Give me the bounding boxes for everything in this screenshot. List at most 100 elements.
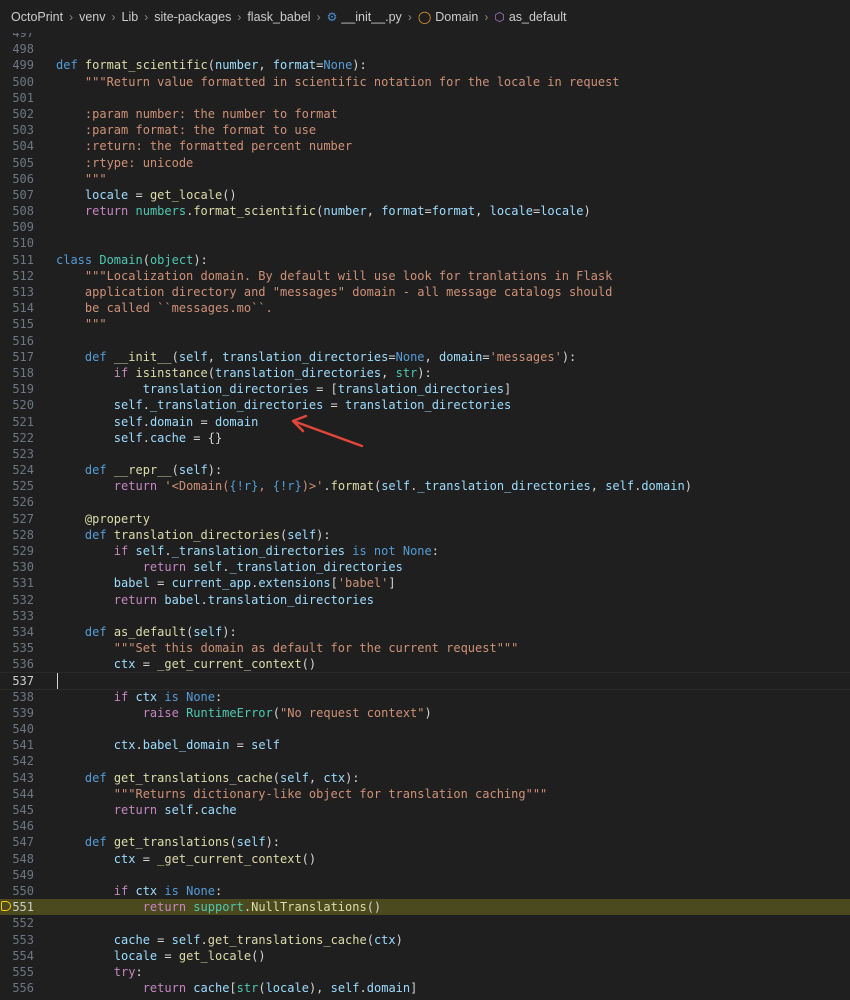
breadcrumb-item[interactable]: Lib: [122, 10, 139, 24]
line-number: 503: [12, 123, 34, 138]
code-editor[interactable]: 497 498 499 def format_scientific(number, f…: [0, 25, 850, 1000]
line-number: 534: [12, 624, 34, 639]
code-text: def translation_directories(self):: [84, 527, 331, 542]
code-line[interactable]: 542: [0, 753, 850, 769]
code-line[interactable]: 539 raise RuntimeError("No request conte…: [0, 705, 850, 721]
line-number: 519: [12, 382, 34, 397]
code-line[interactable]: 556 return cache[str(locale), self.domai…: [0, 980, 850, 996]
code-line[interactable]: 515 """: [0, 316, 850, 332]
code-text: try:: [113, 964, 143, 979]
code-line[interactable]: 505 :rtype: unicode: [0, 155, 850, 171]
code-line[interactable]: 514 be called ``messages.mo``.: [0, 300, 850, 316]
code-text: def __init__(self, translation_directori…: [84, 349, 577, 364]
code-line[interactable]: 507 locale = get_locale(): [0, 187, 850, 203]
code-line[interactable]: 537: [0, 671, 850, 690]
code-text: if isinstance(translation_directories, s…: [113, 365, 432, 380]
code-line[interactable]: 519 translation_directories = [translati…: [0, 381, 850, 397]
code-line[interactable]: 504 :return: the formatted percent numbe…: [0, 138, 850, 154]
line-number: 524: [12, 463, 34, 478]
line-number: 505: [12, 155, 34, 170]
code-line[interactable]: 500 """Return value formatted in scienti…: [0, 74, 850, 90]
code-line[interactable]: 552: [0, 915, 850, 931]
code-line[interactable]: 511 class Domain(object):: [0, 252, 850, 268]
code-line[interactable]: 518 if isinstance(translation_directorie…: [0, 365, 850, 381]
code-line[interactable]: 520 self._translation_directories = tran…: [0, 397, 850, 413]
code-line[interactable]: 544 """Returns dictionary-like object fo…: [0, 786, 850, 802]
code-line[interactable]: 540: [0, 721, 850, 737]
code-line[interactable]: 501: [0, 90, 850, 106]
code-line[interactable]: 555 try:: [0, 964, 850, 980]
code-line[interactable]: 536 ctx = _get_current_context(): [0, 656, 850, 672]
code-line[interactable]: 529 if self._translation_directories is …: [0, 543, 850, 559]
code-line[interactable]: 509: [0, 219, 850, 235]
code-line[interactable]: 521 self.domain = domain: [0, 414, 850, 430]
line-number: 546: [12, 819, 34, 834]
line-number: 533: [12, 608, 34, 623]
code-line[interactable]: 549: [0, 867, 850, 883]
code-text: self.domain = domain: [113, 414, 259, 429]
line-number: 528: [12, 527, 34, 542]
breadcrumb-item[interactable]: venv: [79, 10, 105, 24]
line-number: 543: [12, 770, 34, 785]
breadcrumb-label: site-packages: [154, 9, 232, 24]
code-line[interactable]: 512 """Localization domain. By default w…: [0, 268, 850, 284]
line-number: 521: [12, 414, 34, 429]
line-number: 555: [12, 964, 34, 979]
code-line[interactable]: 550 if ctx is None:: [0, 883, 850, 899]
code-line[interactable]: 498: [0, 41, 850, 57]
line-number: 539: [12, 705, 34, 720]
code-line[interactable]: 545 return self.cache: [0, 802, 850, 818]
code-line[interactable]: 546: [0, 818, 850, 834]
code-line[interactable]: 499 def format_scientific(number, format=…: [0, 57, 850, 73]
code-line[interactable]: 517 def __init__(self, translation_direc…: [0, 349, 850, 365]
code-line[interactable]: 502 :param number: the number to format: [0, 106, 850, 122]
code-line[interactable]: 554 locale = get_locale(): [0, 948, 850, 964]
code-line[interactable]: 524 def __repr__(self):: [0, 462, 850, 478]
code-line[interactable]: 531 babel = current_app.extensions['babe…: [0, 575, 850, 591]
breadcrumb-item[interactable]: flask_babel: [247, 10, 310, 24]
code-text: @property: [84, 511, 150, 526]
code-line[interactable]: 543 def get_translations_cache(self, ctx…: [0, 770, 850, 786]
code-line[interactable]: 547 def get_translations(self):: [0, 834, 850, 850]
code-line[interactable]: 527 @property: [0, 511, 850, 527]
breadcrumb-item[interactable]: OctoPrint: [11, 10, 63, 24]
line-number: 530: [12, 560, 34, 575]
code-line[interactable]: 538 if ctx is None:: [0, 689, 850, 705]
code-text: ctx = _get_current_context(): [113, 657, 317, 672]
code-text: self._translation_directories = translat…: [113, 398, 512, 413]
line-number: 525: [12, 479, 34, 494]
code-line[interactable]: 532 return babel.translation_directories: [0, 592, 850, 608]
code-line[interactable]: 522 self.cache = {}: [0, 430, 850, 446]
breadcrumb-item[interactable]: ⬡ as_default: [494, 10, 566, 24]
code-text: :return: the formatted percent number: [84, 139, 353, 154]
code-line[interactable]: 534 def as_default(self):: [0, 624, 850, 640]
code-line[interactable]: 553 cache = self.get_translations_cache(…: [0, 932, 850, 948]
code-line[interactable]: 513 application directory and "messages"…: [0, 284, 850, 300]
code-line[interactable]: 508 return numbers.format_scientific(num…: [0, 203, 850, 219]
line-number: 515: [12, 317, 34, 332]
line-number: 502: [12, 106, 34, 121]
code-line[interactable]: 506 """: [0, 171, 850, 187]
code-line[interactable]: 526: [0, 494, 850, 510]
code-line[interactable]: 510: [0, 235, 850, 251]
code-line[interactable]: 551 return support.NullTranslations(): [0, 899, 850, 916]
code-line[interactable]: 523: [0, 446, 850, 462]
breadcrumb-item[interactable]: ⚙ __init__.py: [327, 10, 402, 24]
code-line[interactable]: 525 return '<Domain({!r}, {!r})>'.format…: [0, 478, 850, 494]
code-line[interactable]: 503 :param format: the format to use: [0, 122, 850, 138]
code-line[interactable]: 535 """Set this domain as default for th…: [0, 640, 850, 656]
line-number: 554: [12, 948, 34, 963]
code-line[interactable]: 548 ctx = _get_current_context(): [0, 851, 850, 867]
code-line[interactable]: 541 ctx.babel_domain = self: [0, 737, 850, 753]
code-line[interactable]: 533: [0, 608, 850, 624]
code-line[interactable]: 516: [0, 333, 850, 349]
line-number: 547: [12, 835, 34, 850]
code-line[interactable]: 528 def translation_directories(self):: [0, 527, 850, 543]
breadcrumb-label: venv: [79, 9, 106, 24]
code-line[interactable]: 530 return self._translation_directories: [0, 559, 850, 575]
breadcrumb-item[interactable]: site-packages: [154, 10, 231, 24]
code-text: locale = get_locale(): [113, 948, 266, 963]
code-text: self.cache = {}: [113, 430, 223, 445]
breadcrumb-item[interactable]: ◯ Domain: [418, 10, 479, 24]
code-text: """Return value formatted in scientific …: [84, 74, 620, 89]
